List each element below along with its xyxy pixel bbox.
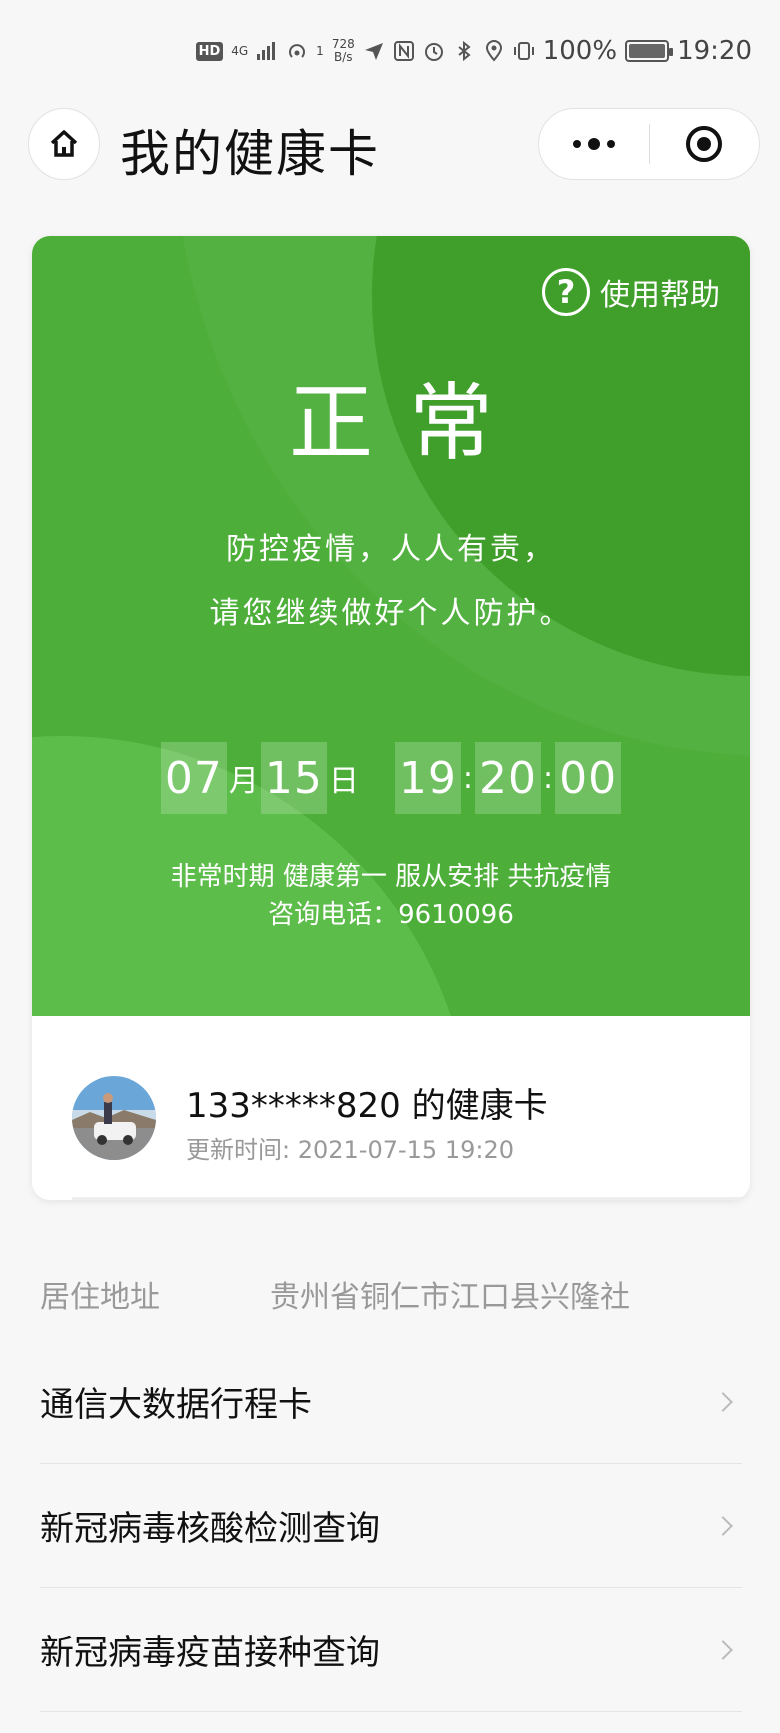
battery-icon bbox=[625, 40, 674, 62]
vibrate-icon bbox=[513, 42, 534, 60]
signal-icon bbox=[257, 42, 276, 60]
target-icon bbox=[686, 126, 723, 162]
health-card: ? 使用帮助 正常 防控疫情，人人有责， 请您继续做好个人防护。 07 月 15… bbox=[32, 236, 750, 1200]
card-owner: 133*****820 的健康卡 bbox=[186, 1086, 548, 1126]
clock-separator: : bbox=[462, 760, 473, 796]
hotspot-count: 1 bbox=[316, 43, 324, 58]
list-item-label: 通信大数据行程卡 bbox=[40, 1385, 312, 1425]
chevron-right-icon bbox=[713, 1515, 733, 1536]
month-unit: 月 bbox=[228, 764, 259, 799]
clock-month: 07 bbox=[160, 742, 227, 814]
health-card-status-panel: ? 使用帮助 正常 防控疫情，人人有责， 请您继续做好个人防护。 07 月 15… bbox=[32, 236, 750, 1016]
card-owner-section[interactable]: 133*****820 的健康卡 更新时间: 2021-07-15 19:20 bbox=[32, 1016, 750, 1200]
avatar bbox=[72, 1076, 156, 1160]
list-item-travel-card[interactable]: 通信大数据行程卡 bbox=[40, 1340, 742, 1464]
day-unit: 日 bbox=[328, 764, 359, 799]
hd-badge: HD bbox=[195, 41, 224, 61]
nav-bar: 我的健康卡 bbox=[0, 100, 780, 210]
list-item-vaccination[interactable]: 新冠病毒疫苗接种查询 bbox=[40, 1588, 742, 1712]
status-bar: HD 4G 1 728 B/s 100% 19:20 bbox=[0, 0, 780, 100]
chevron-right-icon bbox=[713, 1391, 733, 1412]
clock-minute: 20 bbox=[475, 742, 541, 814]
network-speed: 728 B/s bbox=[331, 37, 355, 64]
help-link[interactable]: ? 使用帮助 bbox=[542, 268, 720, 316]
help-label: 使用帮助 bbox=[600, 278, 720, 313]
clock-time: 19:20 bbox=[677, 36, 752, 66]
page-title: 我的健康卡 bbox=[120, 125, 380, 183]
more-icon bbox=[572, 138, 615, 150]
health-status: 正常 bbox=[288, 374, 529, 472]
hotline-text: 咨询电话：9610096 bbox=[268, 900, 514, 930]
address-value: 贵州省铜仁市江口县兴隆社 bbox=[270, 1280, 630, 1315]
home-button[interactable] bbox=[28, 108, 100, 180]
alarm-icon bbox=[424, 43, 443, 61]
hotspot-icon bbox=[289, 44, 306, 58]
bluetooth-icon bbox=[458, 40, 471, 62]
notice-text: 非常时期 健康第一 服从安排 共抗疫情 bbox=[170, 862, 612, 892]
location-icon bbox=[485, 40, 502, 62]
home-icon bbox=[50, 130, 78, 157]
slogan-line-1: 防控疫情，人人有责， bbox=[226, 532, 556, 567]
slogan-line-2: 请您继续做好个人防护。 bbox=[209, 596, 573, 631]
network-type: 4G bbox=[231, 43, 249, 58]
help-icon: ? bbox=[542, 268, 590, 316]
avatar-image bbox=[72, 1076, 156, 1160]
clock-second: 00 bbox=[555, 742, 622, 814]
update-time: 更新时间: 2021-07-15 19:20 bbox=[186, 1136, 514, 1164]
mini-program-capsule bbox=[538, 108, 760, 180]
more-button[interactable] bbox=[539, 108, 649, 180]
clock-hour: 19 bbox=[394, 742, 461, 814]
divider bbox=[72, 1197, 750, 1200]
date-time-display: 07 月 15 日 19 : 20 : 00 bbox=[32, 742, 750, 814]
clock-day: 15 bbox=[260, 742, 327, 814]
battery-percent: 100% bbox=[542, 36, 618, 66]
address-row: 居住地址 贵州省铜仁市江口县兴隆社 bbox=[40, 1272, 740, 1316]
nfc-icon bbox=[393, 41, 414, 61]
chevron-right-icon bbox=[713, 1639, 733, 1660]
close-button[interactable] bbox=[650, 108, 760, 180]
service-list: 通信大数据行程卡 新冠病毒核酸检测查询 新冠病毒疫苗接种查询 bbox=[40, 1340, 742, 1712]
send-icon bbox=[364, 43, 383, 60]
address-label: 居住地址 bbox=[40, 1280, 160, 1315]
list-item-label: 新冠病毒核酸检测查询 bbox=[40, 1509, 380, 1549]
clock-separator: : bbox=[543, 760, 554, 796]
list-item-nucleic-acid-test[interactable]: 新冠病毒核酸检测查询 bbox=[40, 1464, 742, 1588]
list-item-label: 新冠病毒疫苗接种查询 bbox=[40, 1633, 380, 1673]
status-icons: HD 4G 1 728 B/s 100% 19:20 bbox=[195, 36, 752, 66]
